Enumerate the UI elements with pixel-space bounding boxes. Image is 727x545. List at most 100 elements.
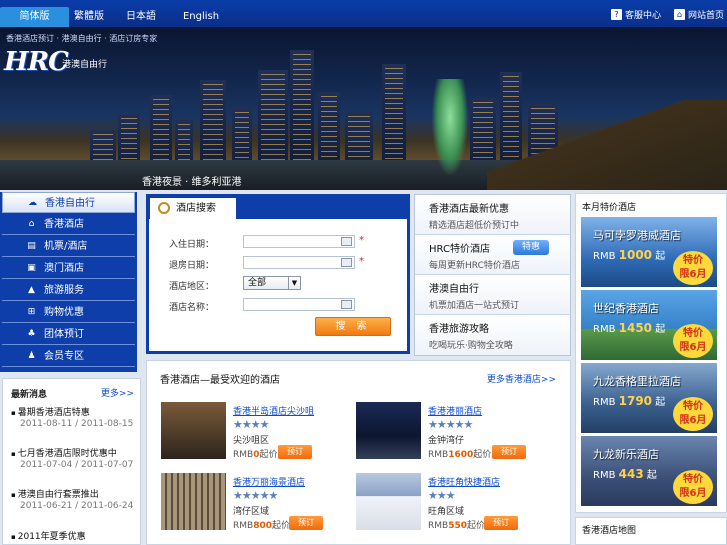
book-button[interactable]: 预订 — [492, 445, 526, 459]
news-item-title[interactable]: 暑期香港酒店特惠 — [11, 405, 137, 418]
promo-item[interactable]: 香港酒店最新优惠 精选酒店超低价预订中 — [415, 195, 570, 235]
price-from: 起 — [655, 397, 666, 408]
help-link[interactable]: ? 客服中心 — [611, 8, 661, 21]
hotel-name[interactable]: 香港旺角快捷酒店 — [428, 475, 500, 488]
book-button[interactable]: 预订 — [289, 516, 323, 530]
search-button[interactable]: 搜 索 — [315, 317, 391, 336]
ticket-icon: ▤ — [27, 241, 36, 251]
book-button[interactable]: 预订 — [278, 445, 312, 459]
news-item-title[interactable]: 七月香港酒店限时优惠中 — [11, 446, 137, 459]
news-item[interactable]: 港澳自由行套票推出 2011-06-21 / 2011-06-24 — [11, 487, 137, 513]
hotel-name[interactable]: 香港万丽海景酒店 — [233, 475, 305, 488]
map-title[interactable]: 香港酒店地图 — [582, 523, 636, 536]
deal-banner[interactable]: 马可孛罗港威酒店 RMB 1000 起 特价 限6月 — [581, 217, 717, 287]
news-item[interactable]: 2011年夏季优惠 — [11, 529, 137, 542]
checkout-field[interactable] — [243, 256, 355, 269]
lang-tab-english[interactable]: English — [176, 7, 226, 27]
left-nav-item-2[interactable]: ▤ 机票/酒店 — [2, 236, 135, 257]
hotel-card: 香港半岛酒店尖沙咀 ★★★★ 尖沙咀区 RMB0起价 预订 — [161, 402, 361, 464]
hotel-map-panel: 香港酒店地图 — [575, 517, 727, 545]
banner-tagline: 香港酒店预订 · 港澳自由行 · 酒店订房专家 — [6, 34, 158, 43]
left-nav-label: 澳门酒店 — [44, 263, 84, 274]
news-item[interactable]: 暑期香港酒店特惠 2011-08-11 / 2011-08-15 — [11, 405, 137, 431]
left-nav-item-1[interactable]: ⌂ 香港酒店 — [2, 214, 135, 235]
lang-tab-japanese[interactable]: 日本語 — [122, 7, 160, 27]
area-selected: 全部 — [248, 278, 267, 288]
left-nav-item-4[interactable]: ▲ 旅游服务 — [2, 280, 135, 301]
deal-tag-limit: 限6月 — [679, 415, 707, 426]
search-icon — [158, 202, 170, 214]
deal-tag-limit: 限6月 — [679, 488, 707, 499]
hotel-photo[interactable] — [356, 473, 421, 530]
left-nav-item-3[interactable]: ▣ 澳门酒店 — [2, 258, 135, 279]
deal-tag: 特价 限6月 — [673, 397, 713, 431]
chevron-down-icon: ▼ — [288, 277, 300, 289]
left-nav-item-6[interactable]: ♣ 团体预订 — [2, 324, 135, 345]
hotel-price: RMB800起价 — [233, 518, 290, 531]
deal-banner[interactable]: 九龙新乐酒店 RMB 443 起 特价 限6月 — [581, 436, 717, 506]
hotel-photo[interactable] — [161, 402, 226, 459]
price-from: 起 — [655, 324, 666, 335]
deal-banner[interactable]: 世纪香港酒店 RMB 1450 起 特价 限6月 — [581, 290, 717, 360]
hotel-stars: ★★★★★ — [233, 489, 278, 502]
lookup-icon[interactable] — [341, 300, 352, 309]
hotel-name[interactable]: 香港港丽酒店 — [428, 404, 482, 417]
logo-subtitle: 港澳自由行 — [62, 60, 108, 70]
news-item-date: 2011-07-04 / 2011-07-07 — [20, 460, 134, 470]
lang-tab-traditional[interactable]: 繁體版 — [70, 7, 108, 27]
home-link[interactable]: ⌂ 网站首页 — [674, 8, 724, 21]
left-nav-item-7[interactable]: ♟ 会员专区 — [2, 346, 135, 367]
hotel-name-label: 酒店名称： — [169, 303, 215, 313]
currency: RMB — [233, 450, 254, 460]
left-nav-item-0[interactable]: ☁ 香港自由行 — [2, 192, 135, 213]
news-item-title[interactable]: 港澳自由行套票推出 — [11, 487, 137, 500]
promo-item[interactable]: 港澳自由行 机票加酒店一站式预订 — [415, 275, 570, 315]
hotel-search-box: 酒店搜索 入住日期： * 退房日期： * 酒店地区： 全部 ▼ 酒店名称： 搜 索 — [146, 194, 410, 354]
news-item-title[interactable]: 2011年夏季优惠 — [11, 529, 137, 542]
hotel-stars: ★★★★ — [233, 418, 269, 431]
calendar-icon[interactable] — [341, 258, 352, 267]
hotel-name[interactable]: 香港半岛酒店尖沙咀 — [233, 404, 314, 417]
price-from: 起 — [646, 470, 657, 481]
left-nav-label: 机票/酒店 — [44, 241, 88, 252]
hotel-photo[interactable] — [356, 402, 421, 459]
hotel-photo[interactable] — [161, 473, 226, 530]
area-select[interactable]: 全部 ▼ — [243, 276, 301, 290]
hotel-stars: ★★★ — [428, 489, 456, 502]
popular-hotels: 香港酒店—最受欢迎的酒店 更多香港酒店>> 香港半岛酒店尖沙咀 ★★★★ 尖沙咀… — [146, 360, 571, 545]
promo-item[interactable]: 香港旅游攻略 吃喝玩乐·购物全攻略 — [415, 315, 570, 355]
home-icon: ☁ — [28, 198, 37, 208]
dice-icon: ▣ — [27, 263, 36, 273]
price-unit: 起价 — [467, 521, 486, 531]
hotel-location: 金钟湾仔 — [428, 436, 465, 446]
deal-price-value: 443 — [618, 467, 644, 481]
deal-hotel-name: 马可孛罗港威酒店 — [593, 229, 681, 242]
calendar-icon[interactable] — [341, 237, 352, 246]
cart-icon: ⊞ — [27, 307, 36, 317]
deal-price: RMB 1000 起 — [593, 247, 665, 262]
lang-tab-simplified[interactable]: 简体版 — [0, 7, 69, 27]
book-button[interactable]: 预订 — [484, 516, 518, 530]
checkin-field[interactable] — [243, 235, 355, 248]
news-item[interactable]: 七月香港酒店限时优惠中 2011-07-04 / 2011-07-07 — [11, 446, 137, 472]
deals-title: 本月特价酒店 — [582, 203, 637, 213]
promo-sub: 吃喝玩乐·购物全攻略 — [429, 341, 513, 351]
deal-tag: 特价 限6月 — [673, 470, 713, 504]
hotel-location: 湾仔区域 — [233, 507, 270, 517]
required-mark: * — [359, 235, 364, 246]
promo-item[interactable]: HRC特价酒店 每周更新HRC特价酒店 特惠 — [415, 235, 570, 275]
promo-list: 香港酒店最新优惠 精选酒店超低价预订中 HRC特价酒店 每周更新HRC特价酒店 … — [414, 194, 571, 356]
hotels-more-link[interactable]: 更多香港酒店>> — [487, 372, 556, 385]
news-more-link[interactable]: 更多>> — [101, 386, 134, 399]
promo-sub: 精选酒店超低价预订中 — [429, 221, 520, 231]
search-tab[interactable]: 酒店搜索 — [150, 198, 236, 220]
left-nav-item-5[interactable]: ⊞ 购物优惠 — [2, 302, 135, 323]
hrc-logo[interactable]: HRC — [4, 47, 69, 77]
hotel-card: 香港旺角快捷酒店 ★★★ 旺角区域 RMB550起价 预订 — [356, 473, 556, 535]
promo-sub: 每周更新HRC特价酒店 — [429, 261, 520, 271]
deal-banner[interactable]: 九龙香格里拉酒店 RMB 1790 起 特价 限6月 — [581, 363, 717, 433]
left-nav-label: 旅游服务 — [44, 285, 84, 296]
checkout-label: 退房日期： — [169, 261, 215, 271]
hotel-name-field[interactable] — [243, 298, 355, 311]
hero-banner: 香港酒店预订 · 港澳自由行 · 酒店订房专家 HRC 港澳自由行 香港夜景 ·… — [0, 27, 727, 190]
